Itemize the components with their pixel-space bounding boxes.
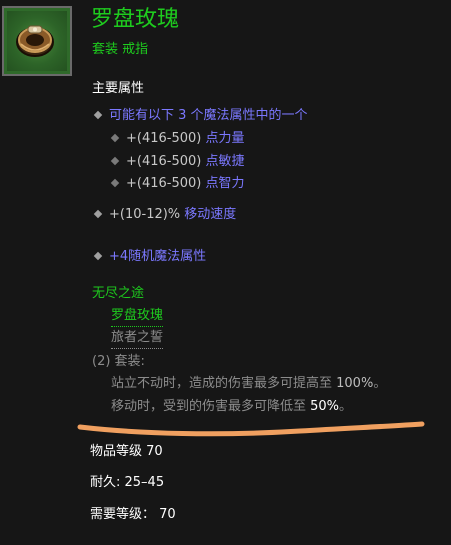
item-level: 物品等级 70 [90,444,163,459]
orange-underline-annotation [77,421,425,437]
required-level: 需要等级： 70 [90,507,176,522]
durability: 耐久: 25–45 [90,475,165,490]
item-tooltip: 罗盘玫瑰 套装 戒指 主要属性 可能有以下 3 个魔法属性中的一个 +(416-… [0,0,451,545]
